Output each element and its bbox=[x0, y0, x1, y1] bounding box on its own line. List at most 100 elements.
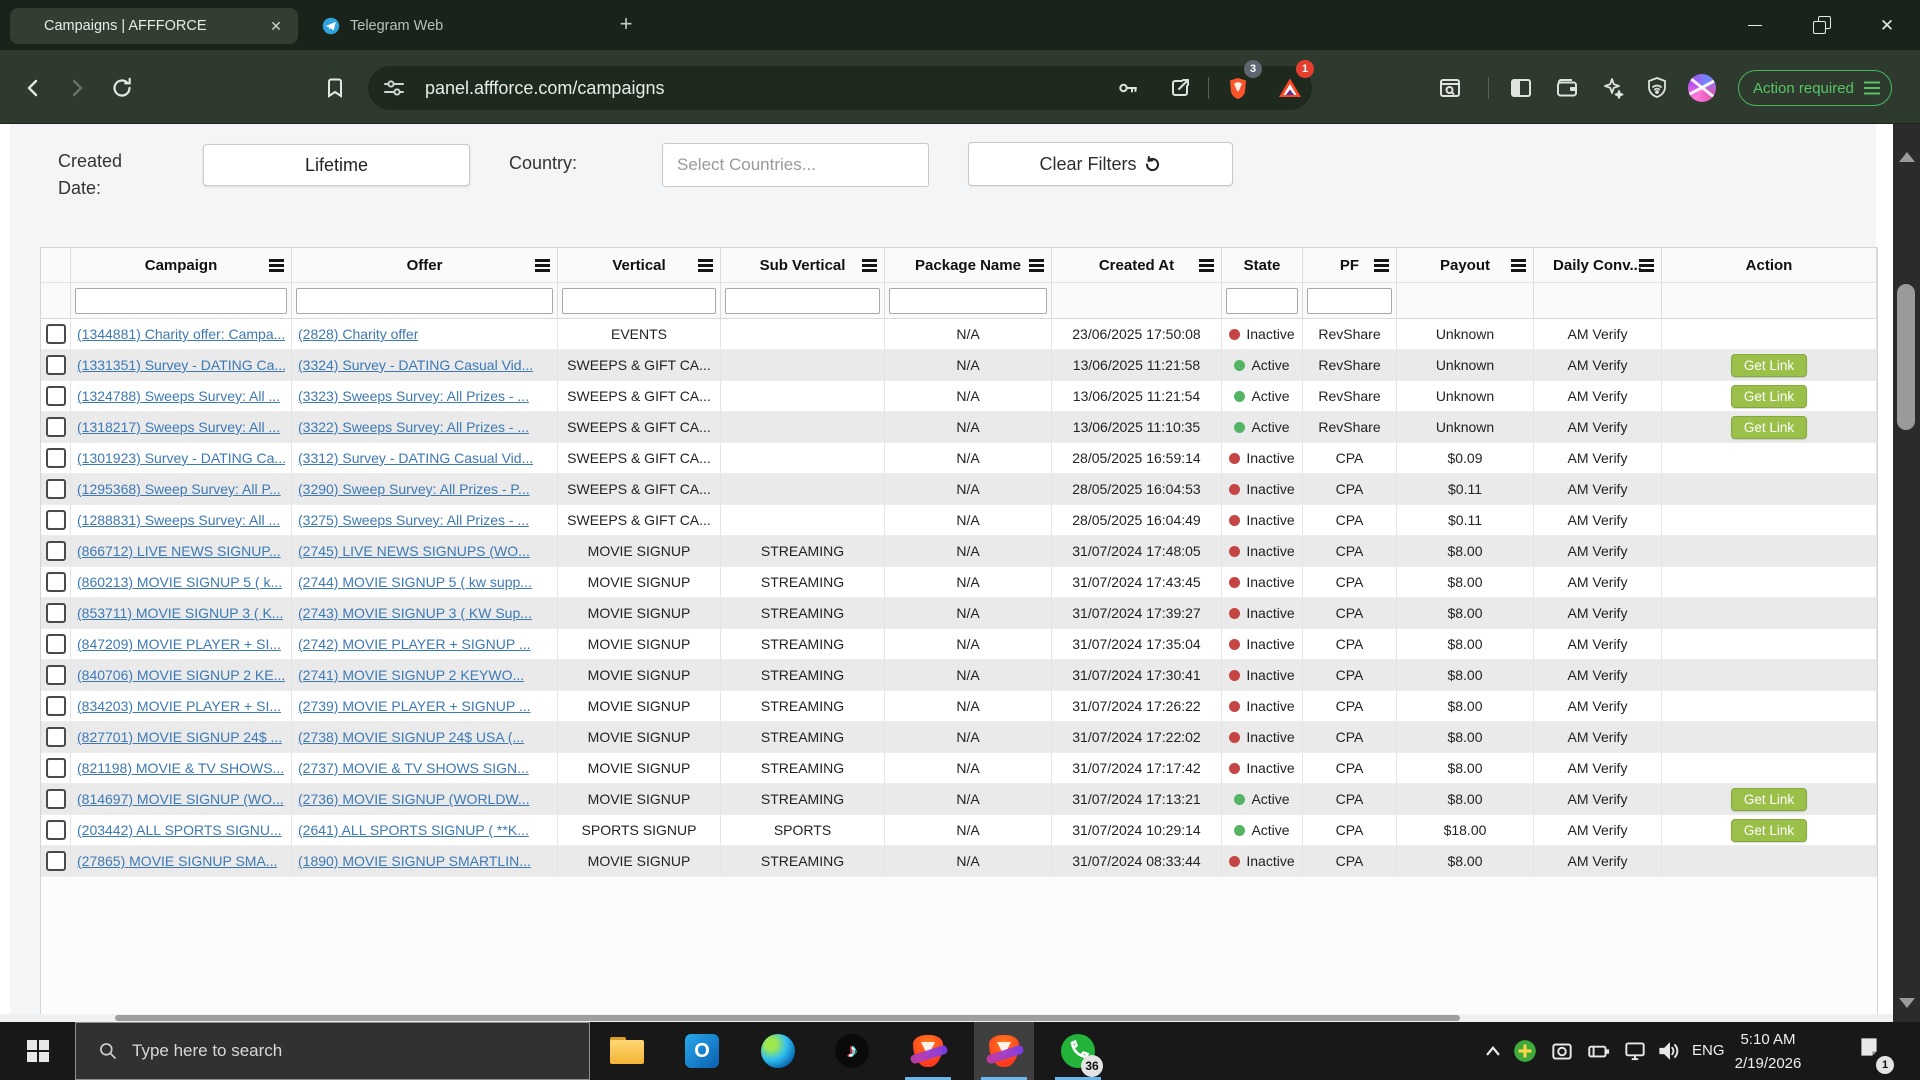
row-checkbox[interactable] bbox=[46, 727, 66, 747]
vpn-shield-icon[interactable] bbox=[1645, 76, 1669, 100]
scroll-down-arrow-icon[interactable] bbox=[1899, 998, 1915, 1008]
offer-link[interactable]: (3324) Survey - DATING Casual Vid... bbox=[298, 357, 533, 373]
new-tab-button[interactable]: + bbox=[612, 11, 640, 39]
notification-center-icon[interactable] bbox=[1856, 1034, 1882, 1060]
site-settings-tune-icon[interactable] bbox=[382, 76, 406, 100]
tab-campaigns[interactable]: Campaigns | AFFFORCE ✕ bbox=[10, 8, 298, 44]
row-checkbox[interactable] bbox=[46, 510, 66, 530]
campaign-link[interactable]: (866712) LIVE NEWS SIGNUP... bbox=[77, 543, 281, 559]
offer-link[interactable]: (2738) MOVIE SIGNUP 24$ USA (... bbox=[298, 729, 524, 745]
column-filter-input[interactable] bbox=[1307, 288, 1392, 314]
sidebar-icon[interactable] bbox=[1509, 76, 1533, 100]
offer-link[interactable]: (2745) LIVE NEWS SIGNUPS (WO... bbox=[298, 543, 530, 559]
tray-volume-icon[interactable] bbox=[1656, 1038, 1682, 1064]
offer-link[interactable]: (3312) Survey - DATING Casual Vid... bbox=[298, 450, 533, 466]
offer-link[interactable]: (2828) Charity offer bbox=[298, 326, 418, 342]
back-button[interactable] bbox=[21, 76, 45, 100]
clear-filters-button[interactable]: Clear Filters bbox=[968, 142, 1233, 186]
find-in-page-icon[interactable] bbox=[1438, 76, 1462, 100]
row-checkbox[interactable] bbox=[46, 479, 66, 499]
offer-link[interactable]: (2641) ALL SPORTS SIGNUP ( **K... bbox=[298, 822, 529, 838]
bookmarks-icon[interactable] bbox=[323, 76, 347, 100]
campaign-link[interactable]: (821198) MOVIE & TV SHOWS... bbox=[77, 760, 284, 776]
campaign-link[interactable]: (203442) ALL SPORTS SIGNU... bbox=[77, 822, 282, 838]
offer-link[interactable]: (2742) MOVIE PLAYER + SIGNUP ... bbox=[298, 636, 531, 652]
row-checkbox[interactable] bbox=[46, 386, 66, 406]
column-menu-icon[interactable] bbox=[1199, 264, 1214, 267]
column-menu-icon[interactable] bbox=[269, 264, 284, 267]
row-checkbox[interactable] bbox=[46, 789, 66, 809]
tray-language[interactable]: ENG bbox=[1692, 1042, 1725, 1059]
horizontal-scrollbar-thumb[interactable] bbox=[115, 1015, 1460, 1021]
window-close-button[interactable]: ✕ bbox=[1854, 0, 1920, 50]
get-link-button[interactable]: Get Link bbox=[1731, 354, 1807, 377]
tray-power-icon[interactable] bbox=[1586, 1038, 1612, 1064]
profile-avatar[interactable] bbox=[1688, 74, 1716, 102]
tray-network-icon[interactable] bbox=[1622, 1038, 1648, 1064]
vertical-scrollbar[interactable] bbox=[1893, 124, 1920, 1022]
row-checkbox[interactable] bbox=[46, 634, 66, 654]
campaign-link[interactable]: (860213) MOVIE SIGNUP 5 ( k... bbox=[77, 574, 282, 590]
taskbar-tiktok-icon[interactable]: ♪ bbox=[835, 1034, 869, 1068]
tab-telegram[interactable]: Telegram Web bbox=[306, 8, 600, 44]
offer-link[interactable]: (3275) Sweeps Survey: All Prizes - ... bbox=[298, 512, 529, 528]
column-menu-icon[interactable] bbox=[1511, 264, 1526, 267]
row-checkbox[interactable] bbox=[46, 572, 66, 592]
campaign-link[interactable]: (1344881) Charity offer: Campa... bbox=[77, 326, 285, 342]
column-menu-icon[interactable] bbox=[1374, 264, 1389, 267]
campaign-link[interactable]: (847209) MOVIE PLAYER + SI... bbox=[77, 636, 281, 652]
get-link-button[interactable]: Get Link bbox=[1731, 788, 1807, 811]
password-key-icon[interactable] bbox=[1116, 76, 1140, 100]
campaign-link[interactable]: (840706) MOVIE SIGNUP 2 KE... bbox=[77, 667, 285, 683]
campaign-link[interactable]: (1331351) Survey - DATING Ca... bbox=[77, 357, 285, 373]
taskbar-edge-icon[interactable] bbox=[761, 1034, 795, 1068]
offer-link[interactable]: (3322) Sweeps Survey: All Prizes - ... bbox=[298, 419, 529, 435]
offer-link[interactable]: (2737) MOVIE & TV SHOWS SIGN... bbox=[298, 760, 529, 776]
offer-link[interactable]: (2736) MOVIE SIGNUP (WORLDW... bbox=[298, 791, 530, 807]
campaign-link[interactable]: (827701) MOVIE SIGNUP 24$ ... bbox=[77, 729, 282, 745]
row-checkbox[interactable] bbox=[46, 696, 66, 716]
date-range-selector[interactable]: Lifetime bbox=[203, 144, 470, 186]
campaign-link[interactable]: (27865) MOVIE SIGNUP SMA... bbox=[77, 853, 277, 869]
column-menu-icon[interactable] bbox=[698, 264, 713, 267]
offer-link[interactable]: (3290) Sweep Survey: All Prizes - P... bbox=[298, 481, 530, 497]
get-link-button[interactable]: Get Link bbox=[1731, 416, 1807, 439]
campaign-link[interactable]: (834203) MOVIE PLAYER + SI... bbox=[77, 698, 281, 714]
window-restore-button[interactable] bbox=[1788, 0, 1854, 50]
taskbar-search-box[interactable]: Type here to search bbox=[75, 1022, 590, 1080]
offer-link[interactable]: (3323) Sweeps Survey: All Prizes - ... bbox=[298, 388, 529, 404]
column-filter-input[interactable] bbox=[562, 288, 716, 314]
tab-close-icon[interactable]: ✕ bbox=[266, 16, 286, 36]
get-link-button[interactable]: Get Link bbox=[1731, 819, 1807, 842]
campaign-link[interactable]: (1324788) Sweeps Survey: All ... bbox=[77, 388, 280, 404]
campaign-link[interactable]: (1288831) Sweeps Survey: All ... bbox=[77, 512, 280, 528]
leo-ai-sparkles-icon[interactable] bbox=[1601, 76, 1625, 100]
wallet-icon[interactable] bbox=[1555, 76, 1579, 100]
taskbar-file-explorer-icon[interactable] bbox=[610, 1034, 644, 1068]
campaign-link[interactable]: (1301923) Survey - DATING Ca... bbox=[77, 450, 285, 466]
offer-link[interactable]: (1890) MOVIE SIGNUP SMARTLIN... bbox=[298, 853, 531, 869]
column-menu-icon[interactable] bbox=[1029, 264, 1044, 267]
column-filter-input[interactable] bbox=[725, 288, 880, 314]
window-minimize-button[interactable] bbox=[1722, 0, 1788, 50]
column-filter-input[interactable] bbox=[889, 288, 1047, 314]
tray-antivirus-icon[interactable] bbox=[1512, 1038, 1538, 1064]
tray-device-icon[interactable] bbox=[1549, 1038, 1575, 1064]
row-checkbox[interactable] bbox=[46, 820, 66, 840]
row-checkbox[interactable] bbox=[46, 758, 66, 778]
brave-shield-icon[interactable] bbox=[1226, 76, 1250, 100]
reload-button[interactable] bbox=[110, 76, 134, 100]
column-menu-icon[interactable] bbox=[1639, 264, 1654, 267]
row-checkbox[interactable] bbox=[46, 448, 66, 468]
taskbar-brave-icon[interactable] bbox=[911, 1034, 945, 1068]
campaign-link[interactable]: (814697) MOVIE SIGNUP (WO... bbox=[77, 791, 284, 807]
tray-clock[interactable]: 5:10 AM 2/19/2026 bbox=[1722, 1028, 1814, 1076]
country-select-input[interactable] bbox=[662, 143, 929, 187]
horizontal-scrollbar[interactable] bbox=[0, 1014, 1893, 1022]
action-required-button[interactable]: Action required bbox=[1738, 70, 1892, 106]
offer-link[interactable]: (2739) MOVIE PLAYER + SIGNUP ... bbox=[298, 698, 531, 714]
taskbar-brave-active-icon[interactable] bbox=[987, 1034, 1021, 1068]
start-button[interactable] bbox=[0, 1022, 75, 1080]
offer-link[interactable]: (2744) MOVIE SIGNUP 5 ( kw supp... bbox=[298, 574, 532, 590]
offer-link[interactable]: (2743) MOVIE SIGNUP 3 ( KW Sup... bbox=[298, 605, 532, 621]
